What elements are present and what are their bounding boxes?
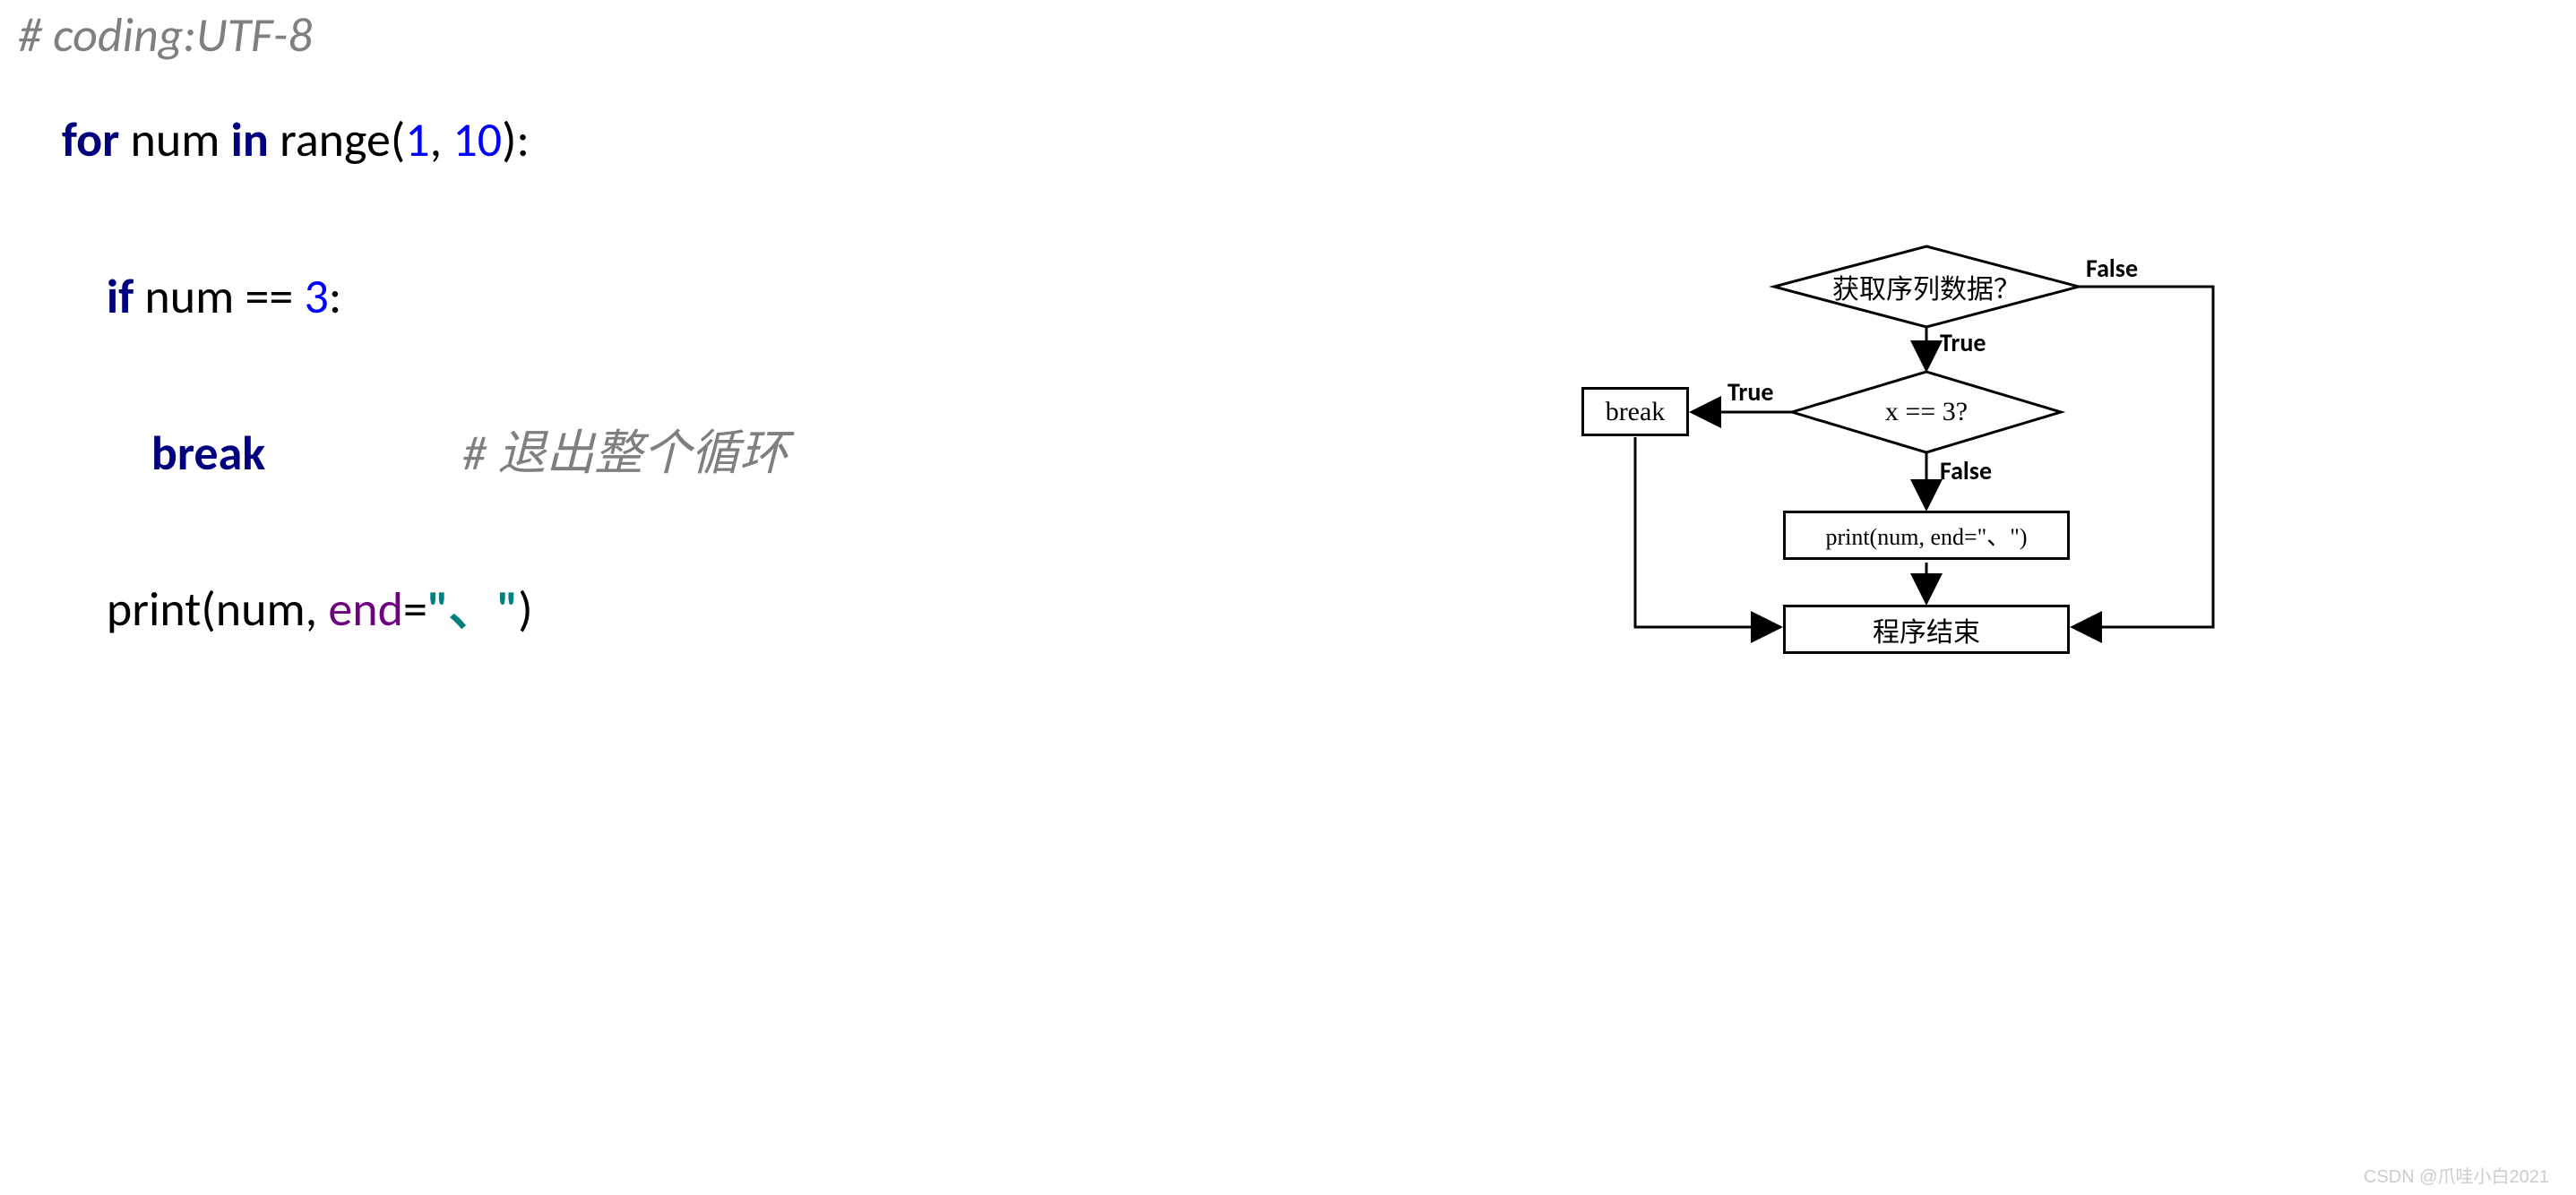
code-comment: # coding:UTF-8 (18, 5, 313, 64)
colon: : (329, 267, 341, 326)
eq: = (403, 580, 427, 639)
rect-print-label: print(num, end="、") (1825, 519, 2027, 552)
num-10: 10 (452, 110, 502, 169)
kw-for: for (62, 110, 120, 169)
watermark: CSDN @爪哇小白2021 (2364, 1162, 2549, 1188)
rect-break: break (1581, 387, 1689, 436)
num-1: 1 (405, 110, 429, 169)
rect-print: print(num, end="、") (1783, 511, 2070, 560)
cond-text: num == (134, 267, 304, 326)
code-block: # coding:UTF-8 for num in range(1, 10): … (18, 9, 788, 688)
kw-if: if (107, 267, 134, 326)
comma: , (430, 110, 453, 169)
diamond1-label: 获取序列数据？ (1832, 267, 2020, 306)
break-comment: # 退出整个循环 (462, 424, 788, 483)
diamond-get-data: 获取序列数据？ (1792, 246, 2061, 327)
flowchart: 获取序列数据？ x == 3? break print(num, end="、"… (1550, 242, 2563, 690)
var-num: num (119, 110, 230, 169)
close-paren: ): (502, 110, 530, 169)
kw-break: break (151, 424, 265, 483)
kw-in: in (231, 110, 269, 169)
label-true-2: True (1727, 376, 1774, 408)
diamond-condition: x == 3? (1792, 372, 2061, 452)
rect-end-label: 程序结束 (1873, 610, 1980, 649)
label-false-1: False (2086, 253, 2138, 284)
str-literal: "、" (427, 580, 518, 639)
label-false-2: False (1940, 455, 1992, 486)
rect-end: 程序结束 (1783, 605, 2070, 654)
diamond2-label: x == 3? (1885, 397, 1968, 427)
print-open: print(num, (107, 580, 328, 639)
rect-break-label: break (1606, 397, 1666, 427)
fn-range-open: range( (269, 110, 405, 169)
print-close: ) (518, 580, 532, 639)
num-3: 3 (305, 267, 329, 326)
param-end: end (328, 580, 403, 639)
label-true-1: True (1940, 327, 1986, 358)
